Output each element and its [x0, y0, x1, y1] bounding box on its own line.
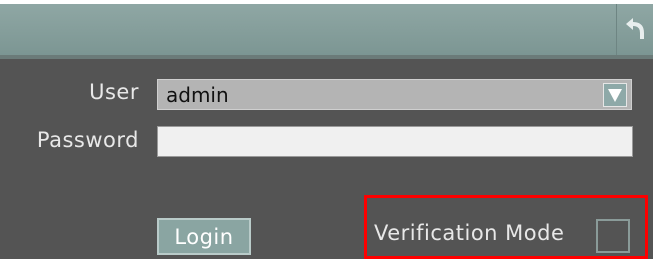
back-arrow-icon — [622, 15, 648, 45]
password-field[interactable] — [157, 126, 633, 157]
title-bar — [0, 4, 653, 59]
verification-mode-label: Verification Mode — [374, 221, 565, 245]
password-label: Password — [36, 128, 139, 152]
user-select[interactable]: admin — [157, 79, 632, 110]
back-button[interactable] — [616, 4, 653, 55]
triangle-down-icon[interactable] — [603, 83, 627, 107]
login-button[interactable]: Login — [157, 218, 251, 255]
verification-mode-checkbox[interactable] — [596, 219, 630, 253]
user-select-value: admin — [166, 83, 229, 107]
user-label: User — [89, 80, 139, 104]
